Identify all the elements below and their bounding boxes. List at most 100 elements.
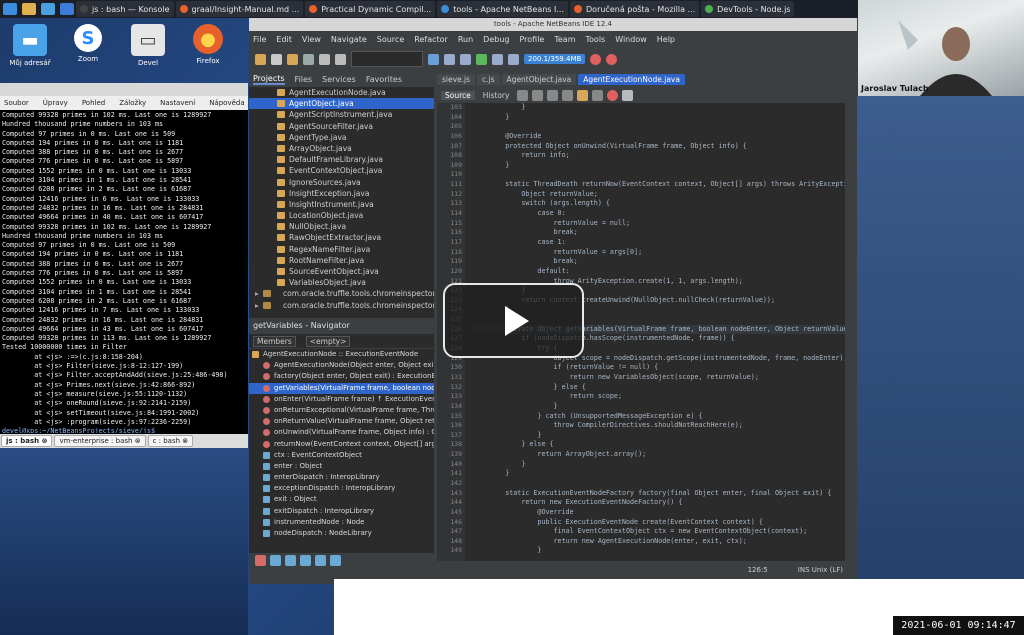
tree-item[interactable]: AgentScriptInstrument.java [249,109,434,120]
clean-build-icon[interactable] [460,53,471,65]
navigator-item[interactable]: factory(Object enter, Object exit) : Exe… [249,371,434,382]
task-konsole[interactable]: js : bash — Konsole [76,1,174,17]
tree-package[interactable]: ▸ com.oracle.truffle.tools.chromeinspecto… [249,300,434,311]
konsole-tab-js[interactable]: js : bash ⊗ [1,435,53,447]
filter-icon[interactable] [300,554,311,566]
task-practical-dynamic[interactable]: Practical Dynamic Compil... [305,1,436,17]
editor-tab-sieve-js[interactable]: sieve.js [437,74,476,85]
tree-item[interactable]: IgnoreSources.java [249,177,434,188]
konsole-tab-vm-enterprise[interactable]: vm-enterprise : bash ⊗ [54,435,146,447]
navigator-item[interactable]: AgentExecutionNode(Object enter, Object … [249,360,434,371]
tree-item[interactable]: InsightInstrument.java [249,199,434,210]
menu-window[interactable]: Window [615,35,647,44]
save-all-icon[interactable] [303,53,314,65]
navigator-item[interactable]: exitDispatch : InteropLibrary [249,506,434,517]
navigator-item[interactable]: onUnwind(VirtualFrame frame, Object info… [249,427,434,438]
task-netbeans[interactable]: tools - Apache NetBeans I... [437,1,569,17]
navigator-item[interactable]: nodeDispatch : NodeLibrary [249,528,434,539]
editor-tab-agentobject[interactable]: AgentObject.java [501,74,577,85]
navigator-item[interactable]: exceptionDispatch : InteropLibrary [249,483,434,494]
expand-arrow-icon[interactable]: ▸ [255,300,259,311]
menu-help[interactable]: Help [657,35,675,44]
history-button[interactable]: History [479,91,514,100]
start-menu-icon[interactable] [3,3,17,15]
editor-scrollbar[interactable] [845,103,857,561]
navigator-item[interactable]: onReturnValue(VirtualFrame frame, Object… [249,416,434,427]
konsole-tab-c[interactable]: c : bash ⊗ [147,435,194,447]
editor-action-icon[interactable] [562,89,574,101]
terminal-prompt[interactable]: devel@xps:~/NetBeansProjects/sieve/js$ [2,427,248,433]
source-button[interactable]: Source [441,90,475,100]
konsole-titlebar[interactable] [0,83,248,96]
tree-item[interactable]: VariablesObject.java [249,277,434,288]
tree-item[interactable]: AgentObject.java [249,98,434,110]
close-icon[interactable]: ⊗ [182,437,188,445]
tab-services[interactable]: Services [322,75,356,84]
tree-item[interactable]: AgentType.java [249,132,434,143]
stop-macro-icon[interactable] [622,89,634,101]
navigator-item[interactable]: onEnter(VirtualFrame frame) ↑ ExecutionE… [249,394,434,405]
menu-navigate[interactable]: Navigate [331,35,367,44]
tree-item[interactable]: InsightException.java [249,188,434,199]
close-icon[interactable]: ⊗ [42,437,48,445]
tree-item[interactable]: RawObjectExtractor.java [249,232,434,243]
gc-icon[interactable] [606,53,618,65]
filter-icon[interactable] [270,554,281,566]
menu-view[interactable]: View [302,35,321,44]
build-icon[interactable] [444,53,455,65]
menu-soubor[interactable]: Soubor [4,99,29,107]
desktop-icon-zoom[interactable]: S Zoom [58,24,118,63]
editor-action-icon[interactable] [592,89,604,101]
open-project-icon[interactable] [287,53,298,65]
menu-run[interactable]: Run [458,35,473,44]
desktop-icon-devel[interactable]: ▭ Devel [118,24,178,67]
navigator-item[interactable]: getVariables(VirtualFrame frame, boolean… [249,382,434,394]
undo-icon[interactable] [319,53,330,65]
menu-debug[interactable]: Debug [483,35,509,44]
menu-source[interactable]: Source [377,35,404,44]
navigator-item[interactable]: instrumentedNode : Node [249,517,434,528]
window-icon[interactable] [60,3,74,15]
redo-icon[interactable] [335,53,346,65]
task-devtools[interactable]: DevTools - Node.js [701,1,795,17]
tab-favorites[interactable]: Favorites [366,75,402,84]
navigator-item[interactable]: enterDispatch : InteropLibrary [249,472,434,483]
tree-item[interactable]: LocationObject.java [249,210,434,221]
editor-action-icon[interactable] [532,89,544,101]
editor-tab-agentexecutionnode[interactable]: AgentExecutionNode.java [578,74,685,85]
navigator-title[interactable]: getVariables - Navigator [249,319,434,333]
tree-item[interactable]: AgentSourceFilter.java [249,121,434,132]
tree-item[interactable]: NullObject.java [249,221,434,232]
filter-icon[interactable] [255,554,266,566]
navigator-item[interactable]: ctx : EventContextObject [249,450,434,461]
desktop-icon-firefox[interactable]: ● Firefox [178,24,238,65]
memory-indicator[interactable]: 200.1/359.4MB [524,54,586,64]
menu-pohled[interactable]: Pohled [82,99,105,107]
tree-item[interactable]: ArrayObject.java [249,143,434,154]
tree-item[interactable]: DefaultFrameLibrary.java [249,154,434,165]
menu-file[interactable]: File [253,35,266,44]
editor-action-icon[interactable] [547,89,559,101]
play-button[interactable] [443,283,584,358]
menu-upravy[interactable]: Úpravy [43,99,68,107]
navigator-item[interactable]: returnNow(EventContext context, Object[]… [249,439,434,450]
profile-icon[interactable] [508,53,519,65]
terminal-output[interactable]: Computed 99328 primes in 102 ms. Last on… [0,111,248,433]
navigator-filter-input[interactable]: <empty> [305,335,351,347]
menu-tools[interactable]: Tools [586,35,606,44]
desktop-icon-home[interactable]: ▬ Můj adresář [0,24,60,67]
menu-refactor[interactable]: Refactor [414,35,448,44]
menu-nastaveni[interactable]: Nastavení [160,99,195,107]
filter-icon[interactable] [315,554,326,566]
new-project-icon[interactable] [255,53,266,65]
tree-item[interactable]: EventContextObject.java [249,165,434,176]
record-macro-icon[interactable] [607,89,619,101]
editor-tab-c-js[interactable]: c.js [477,74,500,85]
editor-action-icon[interactable] [517,89,529,101]
filter-icon[interactable] [285,554,296,566]
tree-item[interactable]: AgentExecutionNode.java [249,87,434,98]
tree-package[interactable]: ▸ com.oracle.truffle.tools.chromeinspecto… [249,288,434,299]
navigator-item[interactable]: AgentExecutionNode :: ExecutionEventNode [249,349,434,360]
navigator-item[interactable]: onReturnExceptional(VirtualFrame frame, … [249,405,434,416]
expand-arrow-icon[interactable]: ▸ [255,288,259,299]
